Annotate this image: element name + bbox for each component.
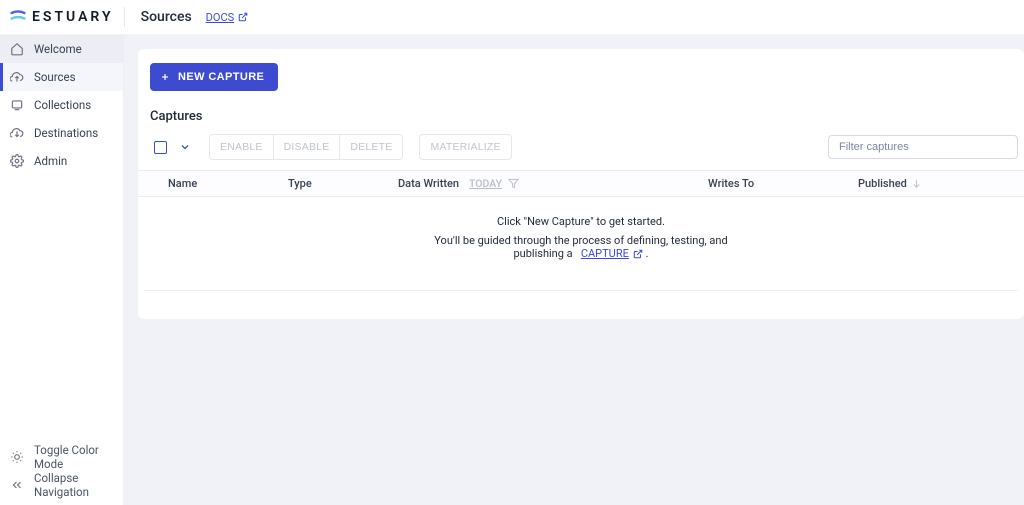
sidebar-item-label: Welcome: [34, 42, 82, 56]
topbar-divider: [124, 7, 125, 27]
gear-icon: [10, 154, 24, 168]
home-icon: [10, 42, 24, 56]
topbar: ESTUARY Sources DOCS: [0, 0, 1024, 34]
chevrons-left-icon: [10, 478, 24, 492]
capture-docs-link[interactable]: CAPTURE: [581, 247, 643, 260]
plus-icon: [160, 72, 170, 82]
filter-icon: [508, 178, 519, 189]
select-all-menu[interactable]: [179, 141, 191, 153]
enable-button[interactable]: ENABLE: [209, 134, 273, 160]
data-range-label: TODAY: [469, 177, 502, 190]
sidebar-item-label: Sources: [34, 70, 76, 84]
docs-link[interactable]: DOCS: [206, 11, 248, 24]
empty-line2-suffix: publishing a: [514, 247, 573, 260]
col-writes-to[interactable]: Writes To: [708, 177, 858, 190]
empty-line1: Click "New Capture" to get started.: [144, 215, 1018, 228]
sidebar-item-collections[interactable]: Collections: [0, 91, 123, 119]
main-content: NEW CAPTURE Captures ENABLE DISABLE DELE…: [124, 35, 1024, 505]
toggle-color-mode[interactable]: Toggle Color Mode: [0, 443, 123, 471]
layers-icon: [10, 98, 24, 112]
col-name[interactable]: Name: [168, 177, 288, 190]
col-published-label: Published: [858, 177, 907, 190]
col-published[interactable]: Published: [858, 177, 968, 190]
sidebar-item-sources[interactable]: Sources: [0, 63, 123, 91]
new-capture-label: NEW CAPTURE: [178, 71, 264, 83]
captures-panel: NEW CAPTURE Captures ENABLE DISABLE DELE…: [138, 49, 1024, 319]
filter-captures-input[interactable]: [828, 135, 1018, 159]
external-link-icon: [238, 12, 248, 22]
sidebar-item-label: Destinations: [34, 126, 98, 140]
sidebar-item-label: Collapse Navigation: [34, 471, 113, 499]
sidebar-item-label: Collections: [34, 98, 91, 112]
materialize-button[interactable]: MATERIALIZE: [419, 134, 511, 160]
sun-icon: [10, 450, 24, 464]
docs-link-label: DOCS: [206, 11, 234, 24]
sidebar-item-destinations[interactable]: Destinations: [0, 119, 123, 147]
brand-name: ESTUARY: [32, 9, 114, 25]
empty-period: .: [646, 247, 649, 260]
page-title: Sources: [141, 9, 192, 25]
sidebar-item-label: Toggle Color Mode: [34, 443, 113, 471]
brand-logo[interactable]: ESTUARY: [10, 9, 114, 25]
sidebar-item-welcome[interactable]: Welcome: [0, 35, 123, 63]
table-toolbar: ENABLE DISABLE DELETE MATERIALIZE: [150, 134, 1018, 160]
empty-line2-prefix: You'll be guided through the process of …: [434, 234, 727, 247]
delete-button[interactable]: DELETE: [339, 134, 403, 160]
bulk-actions: ENABLE DISABLE DELETE: [209, 134, 403, 160]
estuary-logo-icon: [10, 9, 26, 25]
capture-docs-label: CAPTURE: [581, 247, 629, 260]
sidebar-item-label: Admin: [34, 154, 67, 168]
sort-descending-icon: [911, 178, 922, 189]
col-data-written-label: Data Written: [398, 177, 459, 190]
upload-cloud-icon: [10, 70, 24, 84]
download-cloud-icon: [10, 126, 24, 140]
data-range-selector[interactable]: TODAY: [469, 177, 519, 190]
table-header: Name Type Data Written TODAY Writes To: [138, 170, 1024, 197]
sidebar-item-admin[interactable]: Admin: [0, 147, 123, 175]
disable-button[interactable]: DISABLE: [273, 134, 340, 160]
select-all-checkbox[interactable]: [154, 141, 167, 154]
section-title: Captures: [150, 109, 1018, 124]
collapse-navigation[interactable]: Collapse Navigation: [0, 471, 123, 499]
new-capture-button[interactable]: NEW CAPTURE: [150, 63, 278, 91]
sidebar: Welcome Sources Collections: [0, 35, 124, 505]
external-link-icon: [633, 249, 643, 259]
col-type[interactable]: Type: [288, 177, 398, 190]
empty-state: Click "New Capture" to get started. You'…: [144, 197, 1018, 291]
col-data-written[interactable]: Data Written TODAY: [398, 177, 708, 190]
